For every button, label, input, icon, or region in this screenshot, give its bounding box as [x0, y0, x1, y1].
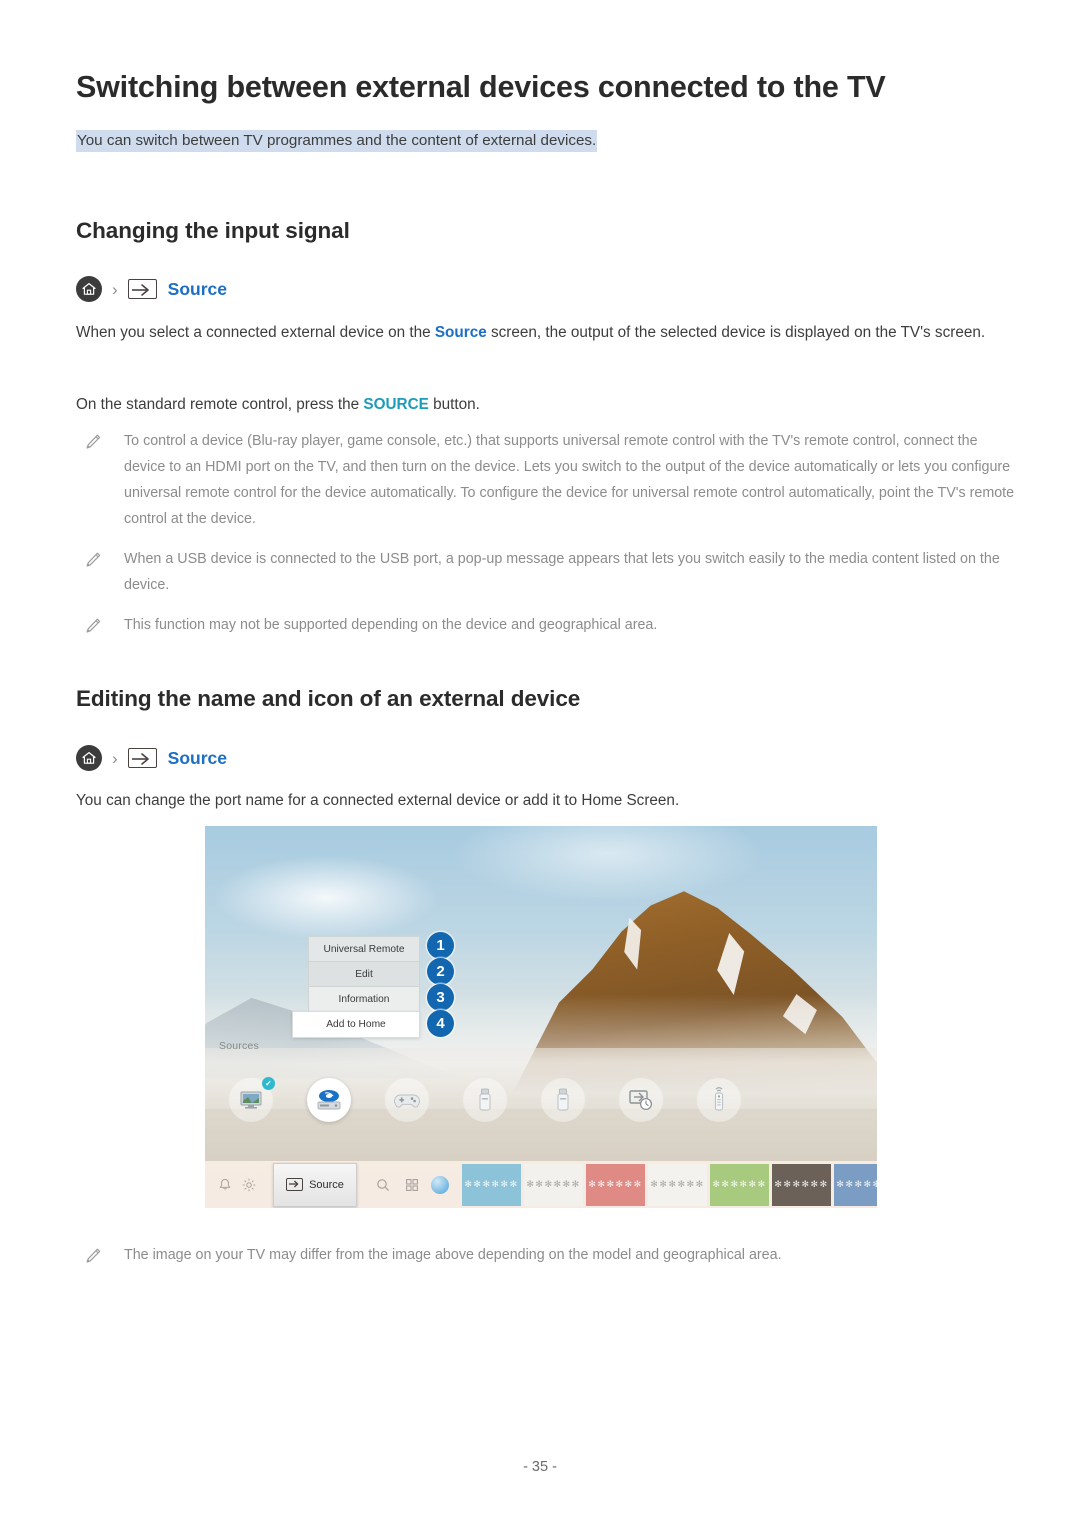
game-controller-icon[interactable]: [385, 1078, 429, 1122]
tv-monitor-icon[interactable]: ✓: [229, 1077, 275, 1122]
apps-grid-icon[interactable]: [402, 1175, 421, 1194]
app-circle-icon[interactable]: [431, 1175, 449, 1194]
app-tile[interactable]: ✻✻✻✻✻✻: [710, 1163, 769, 1206]
search-icon[interactable]: [373, 1175, 392, 1194]
callout-badge-2: 2: [427, 958, 454, 985]
pencil-icon: [84, 1247, 106, 1270]
source-input-icon: [286, 1178, 304, 1191]
note-text: This function may not be supported depen…: [124, 617, 658, 633]
tv-source-button-label: Source: [309, 1178, 344, 1191]
note-text: The image on your TV may differ from the…: [124, 1247, 782, 1263]
pencil-icon: [84, 433, 106, 456]
device-connected-check: ✓: [262, 1077, 275, 1090]
page-subtitle: You can switch between TV programmes and…: [76, 130, 598, 152]
paragraph-remote-source-button: On the standard remote control, press th…: [76, 390, 1006, 419]
input-connection-guide-icon[interactable]: [619, 1078, 663, 1122]
inline-link-source-button[interactable]: SOURCE: [363, 396, 428, 413]
remote-control-icon[interactable]: [697, 1078, 741, 1122]
menu-item-edit[interactable]: Edit: [308, 961, 420, 986]
home-icon: [76, 745, 102, 771]
usb-drive-icon[interactable]: [463, 1078, 507, 1122]
callout-badge-1: 1: [427, 932, 454, 959]
menu-item-information[interactable]: Information: [308, 986, 420, 1011]
paragraph-text-part1: When you select a connected external dev…: [76, 324, 435, 341]
tv-bar-right-icons: [373, 1175, 449, 1194]
bell-icon[interactable]: [217, 1175, 233, 1194]
breadcrumb-label-source[interactable]: Source: [168, 279, 227, 300]
note-text: When a USB device is connected to the US…: [124, 551, 1000, 593]
page-number: - 35 -: [523, 1459, 557, 1475]
app-tile[interactable]: ✻✻✻✻✻✻: [772, 1163, 831, 1206]
page-title: Switching between external devices conne…: [76, 70, 886, 104]
paragraph-source-screen: When you select a connected external dev…: [76, 318, 1006, 347]
source-input-icon: [127, 279, 157, 299]
home-icon: [76, 276, 102, 302]
note-item: To control a device (Blu-ray player, gam…: [84, 428, 1019, 532]
breadcrumb-separator: ›: [112, 748, 118, 768]
tv-screenshot-image: Sources Universal Remote Edit Informatio…: [205, 826, 877, 1208]
section-heading-edit-device: Editing the name and icon of an external…: [76, 686, 581, 711]
source-input-icon: [127, 748, 157, 768]
app-tile[interactable]: ✻✻✻✻✻✻: [648, 1163, 707, 1206]
breadcrumb-edit-device: › Source: [76, 743, 227, 773]
note-item: This function may not be supported depen…: [84, 612, 1019, 640]
paragraph-edit-device: You can change the port name for a conne…: [76, 792, 680, 809]
inline-link-source[interactable]: Source: [435, 324, 487, 341]
document-page: Switching between external devices conne…: [0, 0, 1080, 1527]
source-device-row: ✓: [229, 1077, 741, 1122]
app-tile[interactable]: ✻✻✻✻✻✻: [462, 1163, 521, 1206]
app-tile[interactable]: ✻✻✻✻✻✻: [834, 1163, 877, 1206]
tv-bottom-bar: Source ✻✻✻✻✻✻ ✻✻✻✻✻✻ ✻✻✻✻✻✻ ✻✻✻✻✻✻ ✻✻✻✻✻…: [205, 1161, 877, 1208]
pencil-icon: [84, 551, 106, 574]
usb-drive-icon[interactable]: [541, 1078, 585, 1122]
page-subtitle-highlight: You can switch between TV programmes and…: [76, 130, 598, 152]
note-item: When a USB device is connected to the US…: [84, 546, 1019, 598]
section-heading-input-signal: Changing the input signal: [76, 218, 350, 243]
note-text: To control a device (Blu-ray player, gam…: [124, 433, 1015, 527]
note-item: The image on your TV may differ from the…: [84, 1242, 1019, 1270]
app-tile-row: ✻✻✻✻✻✻ ✻✻✻✻✻✻ ✻✻✻✻✻✻ ✻✻✻✻✻✻ ✻✻✻✻✻✻ ✻✻✻✻✻…: [462, 1163, 877, 1206]
app-tile[interactable]: ✻✻✻✻✻✻: [524, 1163, 583, 1206]
menu-item-add-to-home[interactable]: Add to Home: [292, 1011, 420, 1038]
menu-item-universal-remote[interactable]: Universal Remote: [308, 936, 420, 961]
callout-badges: 1 2 3 4: [427, 932, 454, 1037]
paragraph2-text-part1: On the standard remote control, press th…: [76, 396, 364, 413]
breadcrumb-input-signal: › Source: [76, 274, 227, 304]
breadcrumb-separator: ›: [112, 279, 118, 299]
paragraph-text-part2: screen, the output of the selected devic…: [486, 324, 986, 341]
pencil-icon: [84, 617, 106, 640]
sources-label: Sources: [219, 1040, 259, 1052]
context-menu: Universal Remote Edit Information Add to…: [292, 936, 420, 1038]
paragraph2-text-part2: button.: [428, 396, 480, 413]
blu-ray-player-icon[interactable]: [307, 1078, 351, 1122]
gear-icon[interactable]: [241, 1175, 257, 1194]
callout-badge-4: 4: [427, 1010, 454, 1037]
breadcrumb-label-source[interactable]: Source: [168, 748, 227, 769]
tv-source-button[interactable]: Source: [273, 1162, 357, 1207]
app-tile[interactable]: ✻✻✻✻✻✻: [586, 1163, 645, 1206]
callout-badge-3: 3: [427, 984, 454, 1011]
